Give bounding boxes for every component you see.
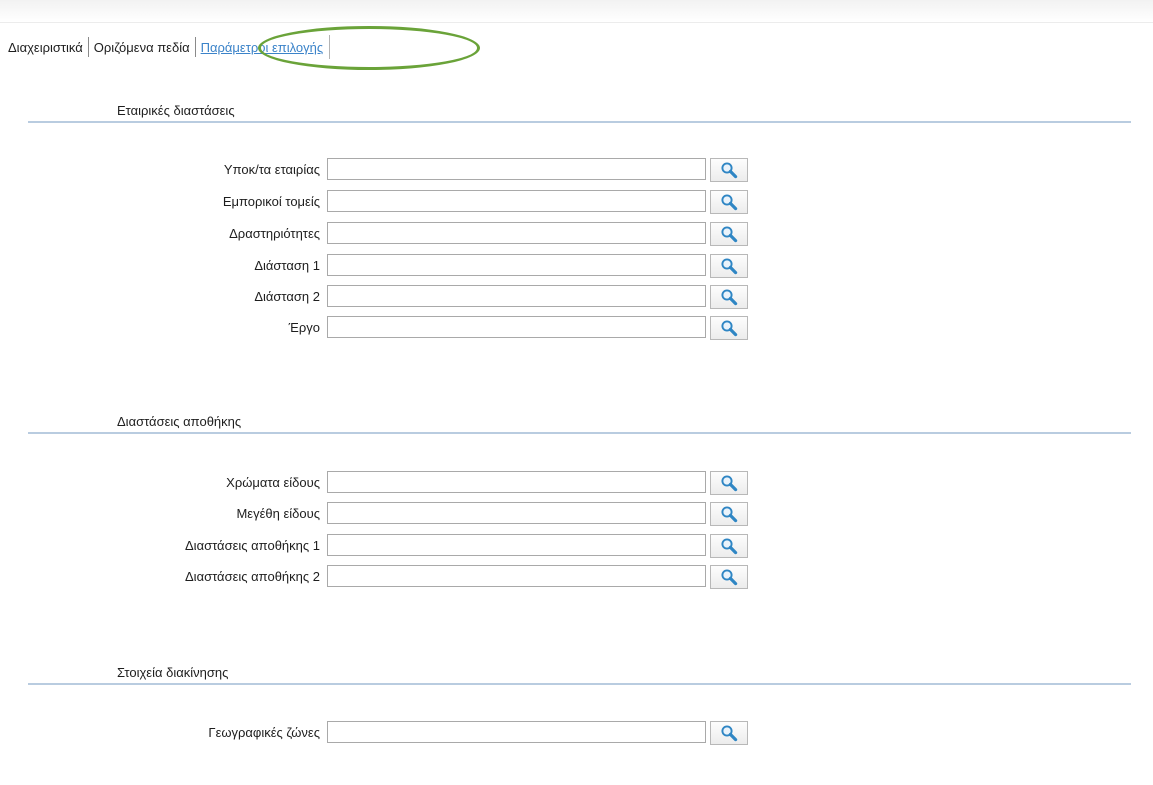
section-divider [28, 432, 1131, 434]
activities-lookup-button[interactable] [710, 222, 748, 246]
field-label: Μεγέθη είδους [236, 506, 320, 521]
field-row-dimension-1: Διάσταση 1 [0, 254, 760, 278]
geographic-zones-lookup-button[interactable] [710, 721, 748, 745]
field-label: Διαστάσεις αποθήκης 2 [185, 569, 320, 584]
tab-end-separator [329, 35, 331, 59]
magnifier-icon [721, 194, 738, 211]
section-divider [28, 683, 1131, 685]
warehouse-dimension-1-input[interactable] [327, 534, 706, 556]
field-row-project: Έργο [0, 316, 760, 340]
dimension-1-lookup-button[interactable] [710, 254, 748, 278]
subcompany-input[interactable] [327, 158, 706, 180]
magnifier-icon [721, 320, 738, 337]
field-row-item-sizes: Μεγέθη είδους [0, 502, 760, 526]
field-row-business-sectors: Εμπορικοί τομείς [0, 190, 760, 214]
field-row-warehouse-dimension-1: Διαστάσεις αποθήκης 1 [0, 534, 760, 558]
field-row-dimension-2: Διάσταση 2 [0, 285, 760, 309]
window-top-divider [0, 22, 1153, 23]
window-top-shade [0, 0, 1153, 22]
section-divider [28, 121, 1131, 123]
section-title-shipping-details: Στοιχεία διακίνησης [117, 665, 229, 680]
business-sectors-lookup-button[interactable] [710, 190, 748, 214]
field-row-subcompany: Υποκ/τα εταιρίας [0, 158, 760, 182]
magnifier-icon [721, 506, 738, 523]
magnifier-icon [721, 289, 738, 306]
magnifier-icon [721, 725, 738, 742]
tab-defined-fields[interactable]: Οριζόμενα πεδία [94, 40, 190, 55]
project-input[interactable] [327, 316, 706, 338]
field-label: Διαστάσεις αποθήκης 1 [185, 538, 320, 553]
magnifier-icon [721, 475, 738, 492]
field-row-activities: Δραστηριότητες [0, 222, 760, 246]
magnifier-icon [721, 226, 738, 243]
tab-management[interactable]: Διαχειριστικά [8, 40, 83, 55]
business-sectors-input[interactable] [327, 190, 706, 212]
project-lookup-button[interactable] [710, 316, 748, 340]
field-row-warehouse-dimension-2: Διαστάσεις αποθήκης 2 [0, 565, 760, 589]
field-label: Εμπορικοί τομείς [222, 194, 320, 209]
field-label: Έργο [288, 320, 320, 335]
field-label: Διάσταση 1 [254, 258, 320, 273]
item-colors-lookup-button[interactable] [710, 471, 748, 495]
item-sizes-input[interactable] [327, 502, 706, 524]
warehouse-dimension-1-lookup-button[interactable] [710, 534, 748, 558]
dimension-2-lookup-button[interactable] [710, 285, 748, 309]
field-label: Υποκ/τα εταιρίας [223, 162, 320, 177]
dimension-2-input[interactable] [327, 285, 706, 307]
tab-selection-parameters[interactable]: Παράμετροι επιλογής [201, 40, 324, 55]
magnifier-icon [721, 258, 738, 275]
section-title-company-dimensions: Εταιρικές διαστάσεις [117, 103, 235, 118]
field-label: Διάσταση 2 [254, 289, 320, 304]
magnifier-icon [721, 569, 738, 586]
item-colors-input[interactable] [327, 471, 706, 493]
dimension-1-input[interactable] [327, 254, 706, 276]
warehouse-dimension-2-lookup-button[interactable] [710, 565, 748, 589]
subcompany-lookup-button[interactable] [710, 158, 748, 182]
magnifier-icon [721, 162, 738, 179]
item-sizes-lookup-button[interactable] [710, 502, 748, 526]
field-label: Δραστηριότητες [229, 226, 320, 241]
field-label: Γεωγραφικές ζώνες [208, 725, 320, 740]
field-row-geographic-zones: Γεωγραφικές ζώνες [0, 721, 760, 745]
magnifier-icon [721, 538, 738, 555]
tab-separator [87, 37, 89, 57]
section-title-warehouse-dimensions: Διαστάσεις αποθήκης [117, 414, 242, 429]
tab-bar: Διαχειριστικά Οριζόμενα πεδία Παράμετροι… [8, 33, 331, 61]
warehouse-dimension-2-input[interactable] [327, 565, 706, 587]
field-row-item-colors: Χρώματα είδους [0, 471, 760, 495]
activities-input[interactable] [327, 222, 706, 244]
geographic-zones-input[interactable] [327, 721, 706, 743]
field-label: Χρώματα είδους [226, 475, 320, 490]
tab-separator [194, 37, 196, 57]
